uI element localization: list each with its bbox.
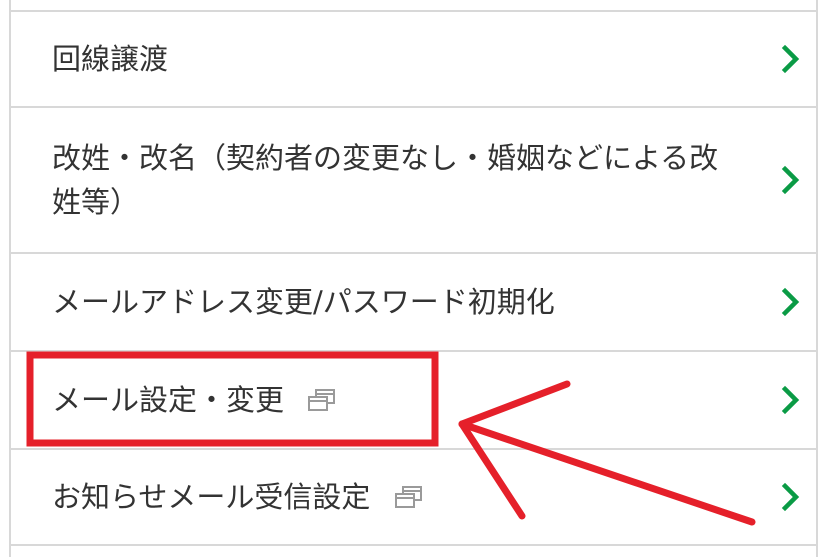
menu-item-email-address-change[interactable]: メールアドレス変更/パスワード初期化	[11, 254, 816, 352]
screenshot-stage: 回線譲渡 改姓・改名（契約者の変更なし・婚姻などによる改姓等） メールアドレス変…	[0, 0, 827, 557]
settings-menu-list: 回線譲渡 改姓・改名（契約者の変更なし・婚姻などによる改姓等） メールアドレス変…	[9, 0, 818, 557]
menu-item-label: 改姓・改名（契約者の変更なし・婚姻などによる改姓等）	[52, 141, 719, 219]
list-item-previous	[11, 0, 816, 12]
menu-item-mail-settings[interactable]: メール設定・変更	[11, 352, 816, 450]
menu-item-label: お知らせメール受信設定	[52, 479, 371, 514]
chevron-right-icon	[781, 44, 800, 74]
menu-item-label: 回線譲渡	[52, 41, 169, 76]
menu-item-label-wrap: メール設定・変更	[52, 379, 337, 422]
chevron-right-icon	[781, 385, 800, 415]
new-window-icon	[394, 485, 422, 508]
menu-item-label: メールアドレス変更/パスワード初期化	[52, 284, 555, 319]
new-window-icon	[308, 388, 336, 411]
list-item-next	[11, 546, 816, 557]
chevron-right-icon	[781, 482, 800, 512]
chevron-right-icon	[781, 287, 800, 317]
menu-item-label: メール設定・変更	[52, 382, 285, 417]
menu-item-name-change[interactable]: 改姓・改名（契約者の変更なし・婚姻などによる改姓等）	[11, 108, 816, 254]
menu-item-label-wrap: お知らせメール受信設定	[52, 476, 424, 519]
chevron-right-icon	[781, 165, 800, 195]
menu-item-notification-mail-settings[interactable]: お知らせメール受信設定	[11, 450, 816, 546]
menu-item-line-transfer[interactable]: 回線譲渡	[11, 12, 816, 108]
